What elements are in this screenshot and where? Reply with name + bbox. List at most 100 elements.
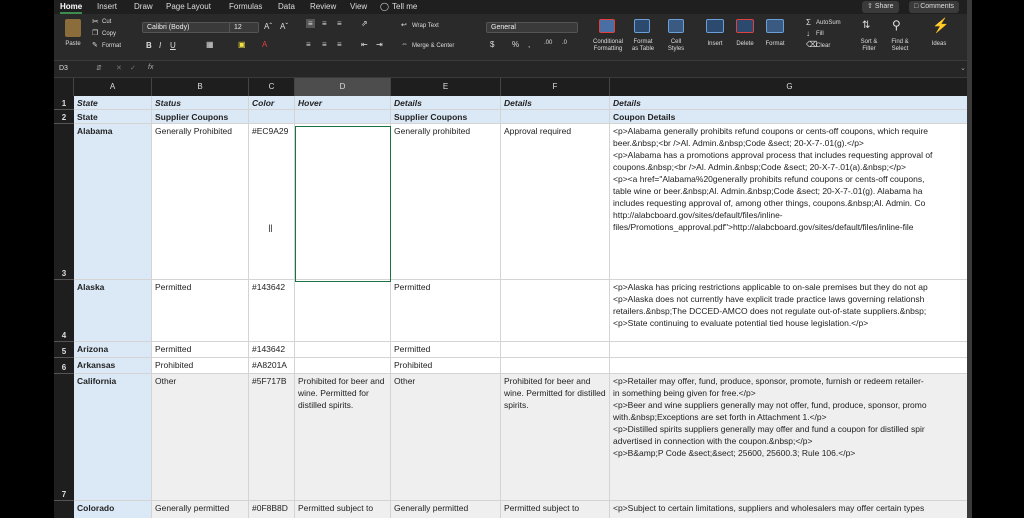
decrease-decimal-icon[interactable]: .0 [562, 40, 567, 46]
formula-input[interactable] [164, 64, 954, 75]
align-middle-icon[interactable]: ≡ [322, 19, 327, 28]
cell-f-row6[interactable] [501, 358, 610, 374]
cut-button[interactable]: Cut [102, 19, 111, 26]
merge-icon[interactable]: ⇔ [401, 41, 408, 48]
cell-g-row8[interactable]: <p>Subject to certain limitations, suppl… [610, 501, 970, 518]
cell-f-row8[interactable]: Permitted subject to [501, 501, 610, 518]
format-painter-icon[interactable]: ✎ [92, 41, 98, 49]
row-header[interactable]: 3 [54, 124, 74, 280]
find-select-button[interactable]: Find & Select [885, 39, 915, 53]
align-top-icon[interactable]: ≡ [306, 19, 315, 28]
vertical-scrollbar[interactable] [967, 0, 972, 518]
conditional-formatting-button[interactable]: Conditional Formatting [590, 39, 626, 53]
format-cells-icon[interactable] [766, 19, 784, 33]
cell-f-row1[interactable]: Details [501, 96, 610, 110]
comma-icon[interactable]: , [528, 40, 530, 49]
conditional-formatting-icon[interactable] [599, 19, 615, 33]
tab-view[interactable]: View [350, 2, 367, 11]
currency-icon[interactable]: $ [490, 40, 494, 49]
cell-c-row2[interactable] [249, 110, 295, 124]
cell-d-row4[interactable] [295, 280, 391, 342]
cell-d-row3[interactable] [295, 124, 391, 280]
percent-icon[interactable]: % [512, 40, 519, 49]
autosum-icon[interactable]: Σ [806, 18, 811, 27]
cell-f-row5[interactable] [501, 342, 610, 358]
cell-f-row3[interactable]: Approval required [501, 124, 610, 280]
cell-c-row1[interactable]: Color [249, 96, 295, 110]
column-header-a[interactable]: A [74, 78, 152, 96]
copy-button[interactable]: Copy [102, 31, 116, 38]
cell-e-row2[interactable]: Supplier Coupons [391, 110, 501, 124]
cell-d-row5[interactable] [295, 342, 391, 358]
increase-indent-icon[interactable]: ⇥ [376, 40, 383, 49]
cell-d-row6[interactable] [295, 358, 391, 374]
cell-g-row7[interactable]: <p>Retailer may offer, fund, produce, sp… [610, 374, 970, 501]
bold-icon[interactable]: B [146, 41, 152, 50]
wrap-text-icon[interactable]: ↩ [401, 21, 407, 29]
align-bottom-icon[interactable]: ≡ [337, 19, 342, 28]
tell-me[interactable]: Tell me [392, 2, 417, 11]
fill-color-icon[interactable]: ▣ [238, 40, 246, 49]
tab-review[interactable]: Review [310, 2, 336, 11]
cell-g-row1[interactable]: Details [610, 96, 970, 110]
tab-home[interactable]: Home [60, 2, 83, 14]
column-header-e[interactable]: E [391, 78, 501, 96]
cell-e-row7[interactable]: Other [391, 374, 501, 501]
select-all-corner[interactable] [54, 78, 74, 96]
cell-b-row1[interactable]: Status [152, 96, 249, 110]
borders-icon[interactable]: ▦ [206, 40, 214, 49]
tab-draw[interactable]: Draw [134, 2, 153, 11]
tab-data[interactable]: Data [278, 2, 295, 11]
cell-e-row6[interactable]: Prohibited [391, 358, 501, 374]
cell-g-row6[interactable] [610, 358, 970, 374]
clear-button[interactable]: Clear [816, 43, 830, 50]
decrease-font-icon[interactable]: Aˇ [280, 22, 288, 31]
cell-f-row4[interactable] [501, 280, 610, 342]
cell-a-row3[interactable]: Alabama [74, 124, 152, 280]
font-color-icon[interactable]: A [262, 40, 267, 49]
cell-a-row5[interactable]: Arizona [74, 342, 152, 358]
cell-e-row8[interactable]: Generally permitted [391, 501, 501, 518]
cell-b-row8[interactable]: Generally permitted [152, 501, 249, 518]
cell-b-row3[interactable]: Generally Prohibited [152, 124, 249, 280]
paste-label[interactable]: Paste [60, 41, 86, 48]
ideas-icon[interactable]: ⚡ [932, 17, 949, 34]
cell-c-row8[interactable]: #0F8B8D [249, 501, 295, 518]
italic-icon[interactable]: I [159, 41, 161, 50]
increase-font-icon[interactable]: Aˆ [264, 22, 272, 31]
cell-d-row1[interactable]: Hover [295, 96, 391, 110]
align-right-icon[interactable]: ≡ [337, 40, 342, 49]
cell-e-row3[interactable]: Generally prohibited [391, 124, 501, 280]
cell-f-row2[interactable] [501, 110, 610, 124]
column-header-c[interactable]: C [249, 78, 295, 96]
align-center-icon[interactable]: ≡ [322, 40, 327, 49]
wrap-text-button[interactable]: Wrap Text [412, 23, 439, 30]
cell-c-row4[interactable]: #143642 [249, 280, 295, 342]
autosum-button[interactable]: AutoSum [816, 20, 841, 27]
cell-f-row7[interactable]: Prohibited for beer and wine. Permitted … [501, 374, 610, 501]
cell-b-row5[interactable]: Permitted [152, 342, 249, 358]
cell-styles-icon[interactable] [668, 19, 684, 33]
cell-g-row3[interactable]: <p>Alabama generally prohibits refund co… [610, 124, 970, 280]
cell-c-row5[interactable]: #143642 [249, 342, 295, 358]
format-cells-button[interactable]: Format [762, 41, 788, 48]
format-as-table-icon[interactable] [634, 19, 650, 33]
format-painter-button[interactable]: Format [102, 43, 121, 50]
cell-g-row5[interactable] [610, 342, 970, 358]
row-header[interactable] [54, 501, 74, 518]
cancel-icon[interactable]: ✕ [116, 64, 122, 72]
find-icon[interactable]: ⚲ [892, 18, 901, 32]
expand-formula-icon[interactable]: ⌄ [960, 64, 966, 72]
format-as-table-button[interactable]: Format as Table [628, 39, 658, 53]
cell-b-row4[interactable]: Permitted [152, 280, 249, 342]
sort-filter-button[interactable]: Sort & Filter [854, 39, 884, 53]
row-header[interactable]: 2 [54, 110, 74, 124]
underline-icon[interactable]: U [170, 41, 176, 50]
column-header-d[interactable]: D [295, 78, 391, 96]
name-box-dropdown-icon[interactable]: ⇵ [96, 64, 102, 72]
tab-insert[interactable]: Insert [97, 2, 117, 11]
cell-b-row7[interactable]: Other [152, 374, 249, 501]
row-header[interactable]: 5 [54, 342, 74, 358]
row-header[interactable]: 7 [54, 374, 74, 501]
cell-d-row2[interactable] [295, 110, 391, 124]
